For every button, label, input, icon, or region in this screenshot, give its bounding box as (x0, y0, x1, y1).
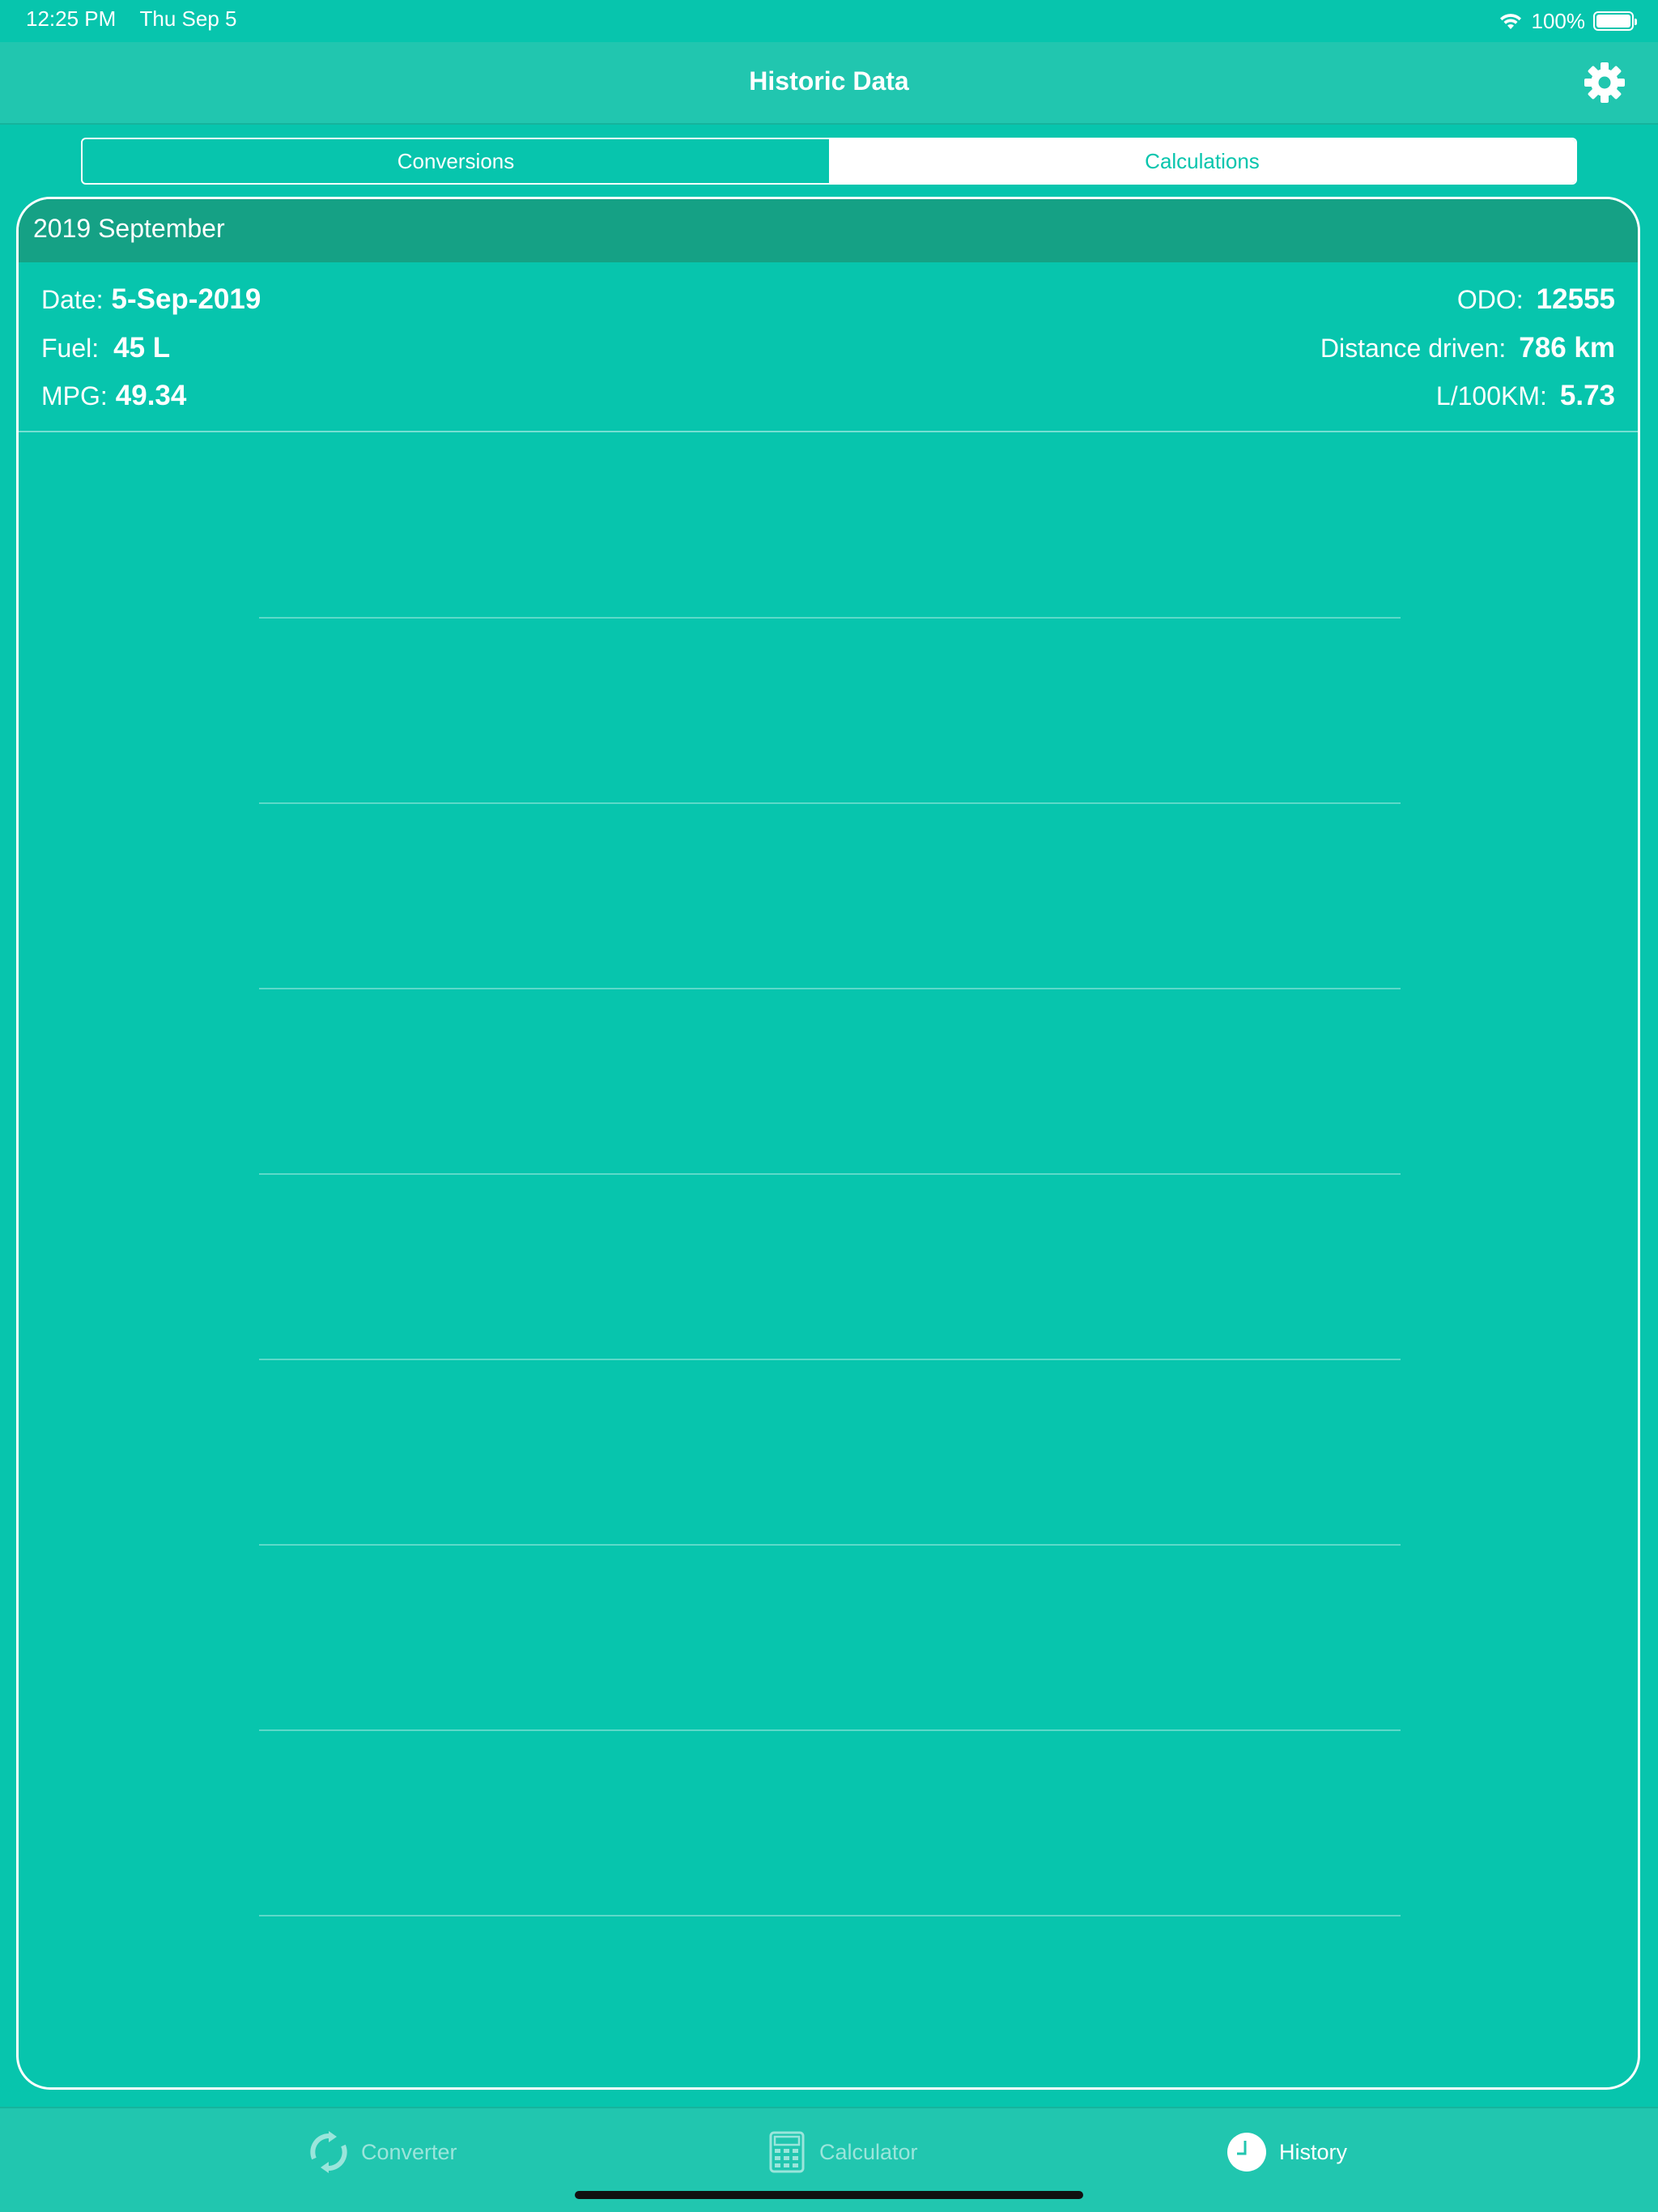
mpg-field: MPG: 49.34 (41, 380, 186, 412)
segment-calculations[interactable]: Calculations (829, 139, 1575, 183)
page-title: Historic Data (749, 66, 909, 96)
mpg-label: MPG: (41, 381, 108, 410)
date-value: 5-Sep-2019 (111, 283, 261, 315)
date-label: Date: (41, 285, 104, 314)
status-date: Thu Sep 5 (139, 6, 237, 31)
separator (259, 617, 1401, 619)
clock-icon (1227, 2133, 1266, 2172)
l100km-field: L/100KM: 5.73 (1436, 380, 1615, 412)
battery-percent: 100% (1531, 8, 1586, 33)
history-card: 2019 September Date: 5-Sep-2019 Fuel: 45 L… (16, 197, 1640, 2090)
l100km-label: L/100KM: (1435, 381, 1547, 410)
status-bar: 12:25 PM Thu Sep 5 100% (0, 0, 1658, 42)
status-time: 12:25 PM (26, 6, 117, 31)
segmented-control: Conversions Calculations (81, 138, 1577, 185)
mpg-value: 49.34 (115, 380, 187, 411)
card-header-title: 2019 September (33, 214, 225, 243)
battery-fill (1596, 15, 1630, 28)
fuel-label: Fuel: (41, 334, 100, 363)
l100km-value: 5.73 (1559, 380, 1615, 411)
separator (259, 1915, 1401, 1916)
distance-field: Distance driven: 786 km (1320, 332, 1615, 364)
tab-converter[interactable]: Converter (308, 2128, 457, 2176)
tab-history-label: History (1279, 2139, 1348, 2164)
fuel-field: Fuel: 45 L (41, 332, 170, 364)
status-time-date: 12:25 PM Thu Sep 5 (26, 6, 237, 32)
battery-icon (1593, 11, 1637, 31)
separator (259, 988, 1401, 989)
tab-calculator[interactable]: Calculator (766, 2128, 918, 2176)
navigation-bar: Historic Data (0, 42, 1658, 125)
separator (259, 1173, 1401, 1175)
separator (259, 1544, 1401, 1546)
odo-label: ODO: (1456, 285, 1524, 314)
date-field: Date: 5-Sep-2019 (41, 283, 261, 316)
refresh-icon (310, 2131, 347, 2173)
odo-field: ODO: 12555 (1457, 283, 1615, 316)
empty-table-area (19, 434, 1638, 2086)
record-row[interactable]: Date: 5-Sep-2019 Fuel: 45 L MPG: 49.34 ODO:… (19, 262, 1638, 432)
odo-value: 12555 (1536, 283, 1615, 315)
status-right: 100% (1498, 6, 1637, 36)
home-indicator (575, 2191, 1083, 2199)
distance-label: Distance driven: (1320, 334, 1507, 363)
segment-conversions[interactable]: Conversions (83, 139, 829, 183)
tab-converter-label: Converter (361, 2139, 457, 2164)
separator (259, 802, 1401, 804)
card-header: 2019 September (19, 199, 1638, 262)
calculator-icon (769, 2131, 805, 2173)
tab-calculator-label: Calculator (819, 2139, 918, 2164)
gear-icon[interactable] (1582, 60, 1627, 105)
separator (259, 1359, 1401, 1360)
tab-history[interactable]: History (1226, 2128, 1347, 2176)
fuel-value: 45 L (113, 332, 171, 364)
distance-value: 786 km (1519, 332, 1615, 364)
wifi-icon (1499, 14, 1521, 29)
separator (259, 1729, 1401, 1731)
